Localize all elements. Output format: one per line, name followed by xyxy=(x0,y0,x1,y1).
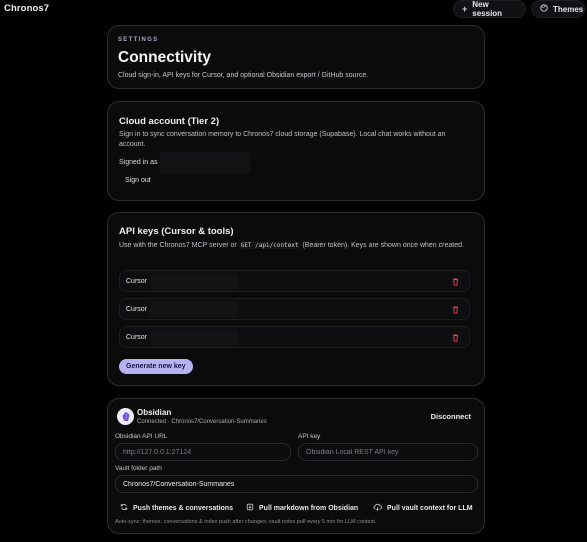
sign-out-button[interactable]: Sign out xyxy=(125,177,151,184)
api-url-label: Obsidian API URL xyxy=(115,433,168,440)
autosync-note: Auto-sync: themes, conversations & index… xyxy=(115,519,377,525)
pull-markdown-button[interactable]: Pull markdown from Obsidian xyxy=(246,503,358,513)
api-desc-post: (Bearer token). Keys are shown once when… xyxy=(300,242,464,249)
pull-markdown-label: Pull markdown from Obsidian xyxy=(259,504,359,512)
api-key-row: Cursor xyxy=(119,326,470,348)
vault-path-input[interactable] xyxy=(115,475,478,493)
pull-vault-label: Pull vault context for LLM xyxy=(387,504,473,512)
generate-key-button[interactable]: Generate new key xyxy=(119,359,193,374)
api-url-input[interactable] xyxy=(115,443,291,461)
settings-eyebrow: SETTINGS xyxy=(118,37,159,43)
signed-in-email-redacted xyxy=(160,152,250,174)
api-key-name: Cursor xyxy=(126,278,148,285)
trash-icon[interactable] xyxy=(451,277,460,286)
obsidian-status: Connected · Chronos7/Conversation-Summar… xyxy=(137,419,267,425)
api-key-row: Cursor xyxy=(119,298,470,320)
api-endpoint-code: GET /api/context xyxy=(238,242,301,249)
settings-subtitle: Cloud sign-in, API keys for Cursor, and … xyxy=(118,72,369,79)
trash-icon[interactable] xyxy=(451,305,460,314)
api-key-name: Cursor xyxy=(126,334,148,341)
themes-label: Themes xyxy=(553,4,584,14)
top-bar: Chronos7 + New session Themes xyxy=(0,0,587,18)
cloud-title: Cloud account (Tier 2) xyxy=(119,116,220,127)
cloud-description: Sign in to sync conversation memory to C… xyxy=(119,131,446,148)
obsidian-logo-icon xyxy=(117,408,134,425)
import-icon xyxy=(246,503,254,513)
palette-icon xyxy=(540,4,548,14)
api-keys-description: Use with the Chronos7 MCP server or GET … xyxy=(119,241,471,251)
page-title: Connectivity xyxy=(118,49,212,66)
cloud-account-card: Cloud account (Tier 2) Sign in to sync c… xyxy=(107,101,485,201)
api-key-label: API key xyxy=(298,433,321,440)
api-key-input[interactable] xyxy=(298,443,478,461)
api-desc-pre: Use with the Chronos7 MCP server or xyxy=(119,242,239,249)
api-key-row: Cursor xyxy=(119,270,470,292)
trash-icon[interactable] xyxy=(451,333,460,342)
obsidian-card: Obsidian Connected · Chronos7/Conversati… xyxy=(107,398,485,534)
sync-icon xyxy=(120,503,128,513)
cloud-download-icon xyxy=(373,503,382,513)
themes-button[interactable]: Themes xyxy=(531,0,585,18)
api-key-value-redacted xyxy=(150,273,238,290)
disconnect-button[interactable]: Disconnect xyxy=(431,412,471,421)
push-label: Push themes & conversations xyxy=(133,504,233,512)
new-session-button[interactable]: + New session xyxy=(453,0,526,18)
vault-path-label: Vault folder path xyxy=(115,465,162,472)
plus-icon: + xyxy=(462,3,468,14)
obsidian-name: Obsidian xyxy=(137,408,172,417)
signed-in-label: Signed in as xyxy=(119,159,158,166)
new-session-label: New session xyxy=(472,0,503,18)
app-brand[interactable]: Chronos7 xyxy=(4,3,49,14)
api-key-value-redacted xyxy=(150,329,238,346)
api-key-value-redacted xyxy=(150,301,238,318)
push-themes-button[interactable]: Push themes & conversations xyxy=(120,503,233,513)
api-keys-title: API keys (Cursor & tools) xyxy=(119,226,234,237)
api-key-name: Cursor xyxy=(126,306,148,313)
pull-vault-context-button[interactable]: Pull vault context for LLM xyxy=(373,503,473,513)
api-keys-card: API keys (Cursor & tools) Use with the C… xyxy=(107,212,485,386)
settings-header-card: SETTINGS Connectivity Cloud sign-in, API… xyxy=(107,25,485,89)
